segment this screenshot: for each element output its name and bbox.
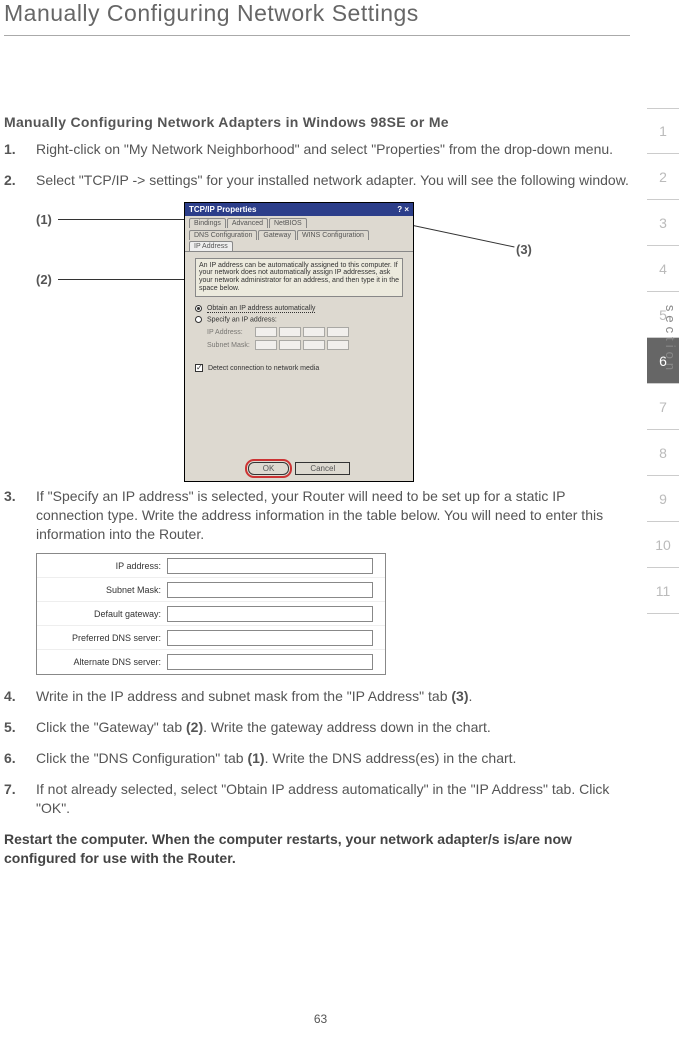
callout-2: (2) — [36, 272, 52, 287]
ip-fields-block: IP Address: Subnet Mask: — [207, 327, 403, 350]
ip-address-input[interactable] — [255, 327, 349, 337]
dialog-title-text: TCP/IP Properties — [189, 205, 256, 214]
step-4-ref: (3) — [451, 688, 468, 704]
steps-list-cont: If "Specify an IP address" is selected, … — [4, 487, 630, 818]
dialog-titlebar: TCP/IP Properties ? × — [185, 203, 413, 216]
step-4-text-a: Write in the IP address and subnet mask … — [36, 688, 451, 704]
callout-line-1 — [58, 219, 184, 220]
tab-advanced[interactable]: Advanced — [227, 218, 268, 228]
step-5-ref: (2) — [186, 719, 203, 735]
step-7: If not already selected, select "Obtain … — [4, 780, 630, 818]
radio-obtain-auto[interactable]: Obtain an IP address automatically — [195, 305, 403, 312]
radio-icon — [195, 305, 202, 312]
step-5-text-a: Click the "Gateway" tab — [36, 719, 186, 735]
detect-connection-row[interactable]: Detect connection to network media — [195, 364, 403, 372]
step-6-ref: (1) — [247, 750, 264, 766]
figure-1-tcpip-dialog: (1) (2) (3) TCP/IP Properties ? × Bindin… — [4, 202, 630, 487]
step-3-text: If "Specify an IP address" is selected, … — [36, 488, 603, 542]
address-table: IP address: Subnet Mask: Default gateway… — [36, 553, 386, 675]
callout-1: (1) — [36, 212, 52, 227]
tab-gateway[interactable]: Gateway — [258, 230, 296, 240]
section-nav-7[interactable]: 7 — [647, 384, 679, 430]
step-1: Right-click on "My Network Neighborhood"… — [4, 140, 630, 159]
radio-icon — [195, 316, 202, 323]
cancel-button[interactable]: Cancel — [295, 462, 350, 475]
tab-ip-address[interactable]: IP Address — [189, 241, 233, 251]
tab-bindings[interactable]: Bindings — [189, 218, 226, 228]
section-nav-9[interactable]: 9 — [647, 476, 679, 522]
ip-address-label: IP Address: — [207, 329, 255, 336]
row-alternate-dns-input[interactable] — [167, 654, 373, 670]
row-subnet-mask-input[interactable] — [167, 582, 373, 598]
checkbox-icon — [195, 364, 203, 372]
row-ip-address-input[interactable] — [167, 558, 373, 574]
radio-specify-ip[interactable]: Specify an IP address: — [195, 316, 403, 323]
callout-line-2 — [58, 279, 184, 280]
step-4: Write in the IP address and subnet mask … — [4, 687, 630, 706]
dialog-body: An IP address can be automatically assig… — [185, 252, 413, 378]
row-default-gateway-input[interactable] — [167, 606, 373, 622]
page-title: Manually Configuring Network Settings — [4, 0, 630, 36]
section-nav-10[interactable]: 10 — [647, 522, 679, 568]
step-6-text-c: . Write the DNS address(es) in the chart… — [265, 750, 517, 766]
dialog-tabs: Bindings Advanced NetBIOS DNS Configurat… — [185, 216, 413, 252]
step-5-text-c: . Write the gateway address down in the … — [203, 719, 491, 735]
section-nav-3[interactable]: 3 — [647, 200, 679, 246]
subnet-mask-input[interactable] — [255, 340, 349, 350]
dialog-help-close: ? × — [397, 205, 409, 214]
row-subnet-mask-label: Subnet Mask: — [37, 584, 167, 596]
radio-specify-ip-label: Specify an IP address: — [207, 316, 277, 323]
section-nav-1[interactable]: 1 — [647, 108, 679, 154]
tab-dns-configuration[interactable]: DNS Configuration — [189, 230, 257, 240]
step-6: Click the "DNS Configuration" tab (1). W… — [4, 749, 630, 768]
radio-obtain-auto-label: Obtain an IP address automatically — [207, 305, 315, 313]
callout-line-3 — [399, 222, 515, 248]
tab-wins-configuration[interactable]: WINS Configuration — [297, 230, 369, 240]
section-nav-4[interactable]: 4 — [647, 246, 679, 292]
closing-note: Restart the computer. When the computer … — [4, 830, 630, 868]
section-nav-2[interactable]: 2 — [647, 154, 679, 200]
detect-connection-label: Detect connection to network media — [208, 365, 319, 372]
step-2: Select "TCP/IP -> settings" for your ins… — [4, 171, 630, 190]
section-subhead: Manually Configuring Network Adapters in… — [4, 114, 630, 130]
section-nav: 1 2 3 4 5 6 7 8 9 10 11 section — [647, 108, 691, 614]
subnet-mask-label: Subnet Mask: — [207, 342, 255, 349]
row-ip-address-label: IP address: — [37, 560, 167, 572]
section-nav-8[interactable]: 8 — [647, 430, 679, 476]
row-preferred-dns-input[interactable] — [167, 630, 373, 646]
section-label: section — [663, 305, 678, 374]
page-number: 63 — [0, 1012, 641, 1026]
callout-3: (3) — [516, 242, 532, 257]
step-6-text-a: Click the "DNS Configuration" tab — [36, 750, 247, 766]
step-5: Click the "Gateway" tab (2). Write the g… — [4, 718, 630, 737]
row-preferred-dns-label: Preferred DNS server: — [37, 632, 167, 644]
step-3: If "Specify an IP address" is selected, … — [4, 487, 630, 676]
step-4-text-c: . — [469, 688, 473, 704]
row-alternate-dns-label: Alternate DNS server: — [37, 656, 167, 668]
row-default-gateway-label: Default gateway: — [37, 608, 167, 620]
tcpip-properties-dialog: TCP/IP Properties ? × Bindings Advanced … — [184, 202, 414, 482]
tab-netbios[interactable]: NetBIOS — [269, 218, 307, 228]
dialog-buttons: OK Cancel — [185, 462, 413, 475]
section-nav-11[interactable]: 11 — [647, 568, 679, 614]
ok-button[interactable]: OK — [248, 462, 290, 475]
dialog-info-text: An IP address can be automatically assig… — [195, 258, 403, 297]
steps-list: Right-click on "My Network Neighborhood"… — [4, 140, 630, 190]
